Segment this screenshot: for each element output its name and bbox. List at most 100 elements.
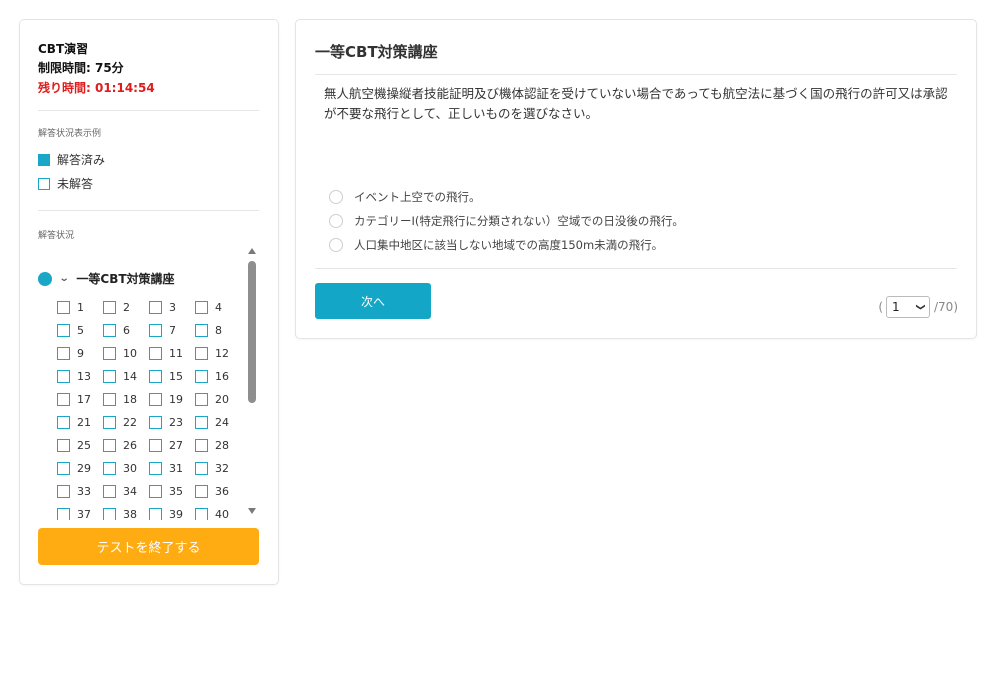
radio-button[interactable] bbox=[329, 190, 343, 204]
question-number: 16 bbox=[215, 369, 229, 383]
radio-button[interactable] bbox=[329, 214, 343, 228]
unanswered-box-icon[interactable] bbox=[57, 300, 70, 314]
unanswered-box-icon[interactable] bbox=[195, 346, 208, 360]
question-checkbox[interactable]: 19 bbox=[149, 392, 195, 406]
unanswered-box-icon[interactable] bbox=[57, 369, 70, 383]
question-checkbox[interactable]: 18 bbox=[103, 392, 149, 406]
page-select[interactable]: 1 ❯ bbox=[886, 296, 930, 318]
unanswered-box-icon[interactable] bbox=[149, 346, 162, 360]
question-checkbox[interactable]: 31 bbox=[149, 461, 195, 475]
question-checkbox[interactable]: 30 bbox=[103, 461, 149, 475]
answer-option-3[interactable]: 人口集中地区に該当しない地域での高度150m未満の飛行。 bbox=[329, 237, 663, 253]
question-checkbox[interactable]: 28 bbox=[195, 438, 241, 452]
question-checkbox[interactable]: 4 bbox=[195, 300, 241, 314]
divider bbox=[315, 74, 957, 75]
unanswered-box-icon[interactable] bbox=[57, 484, 70, 498]
unanswered-box-icon[interactable] bbox=[57, 461, 70, 475]
unanswered-box-icon[interactable] bbox=[57, 346, 70, 360]
question-checkbox[interactable]: 38 bbox=[103, 507, 149, 520]
answer-status-list[interactable]: ⌄ 一等CBT対策講座 1 2 3 4 5 6 7 8 9 10 11 12 13 14 15 16 17 18 1… bbox=[38, 250, 260, 520]
unanswered-box-icon[interactable] bbox=[195, 507, 208, 520]
question-checkbox[interactable]: 39 bbox=[149, 507, 195, 520]
unanswered-box-icon[interactable] bbox=[103, 392, 116, 406]
question-checkbox[interactable]: 24 bbox=[195, 415, 241, 429]
question-checkbox[interactable]: 26 bbox=[103, 438, 149, 452]
unanswered-box-icon[interactable] bbox=[103, 484, 116, 498]
question-checkbox[interactable]: 25 bbox=[57, 438, 103, 452]
unanswered-box-icon[interactable] bbox=[103, 461, 116, 475]
question-checkbox[interactable]: 40 bbox=[195, 507, 241, 520]
radio-button[interactable] bbox=[329, 238, 343, 252]
unanswered-box-icon[interactable] bbox=[195, 461, 208, 475]
question-checkbox[interactable]: 22 bbox=[103, 415, 149, 429]
question-checkbox[interactable]: 7 bbox=[149, 323, 195, 337]
question-checkbox[interactable]: 16 bbox=[195, 369, 241, 383]
scroll-down-arrow-icon[interactable] bbox=[248, 508, 256, 514]
unanswered-box-icon[interactable] bbox=[103, 415, 116, 429]
unanswered-box-icon[interactable] bbox=[103, 507, 116, 520]
unanswered-box-icon[interactable] bbox=[195, 300, 208, 314]
question-checkbox[interactable]: 36 bbox=[195, 484, 241, 498]
question-checkbox[interactable]: 23 bbox=[149, 415, 195, 429]
end-test-button[interactable]: テストを終了する bbox=[38, 528, 259, 565]
question-number: 26 bbox=[123, 438, 137, 452]
scrollbar[interactable] bbox=[248, 248, 256, 514]
unanswered-box-icon[interactable] bbox=[149, 300, 162, 314]
unanswered-box-icon[interactable] bbox=[103, 300, 116, 314]
question-checkbox[interactable]: 29 bbox=[57, 461, 103, 475]
unanswered-box-icon[interactable] bbox=[103, 323, 116, 337]
unanswered-box-icon[interactable] bbox=[149, 484, 162, 498]
question-checkbox[interactable]: 17 bbox=[57, 392, 103, 406]
question-checkbox[interactable]: 35 bbox=[149, 484, 195, 498]
unanswered-box-icon[interactable] bbox=[149, 369, 162, 383]
question-checkbox[interactable]: 11 bbox=[149, 346, 195, 360]
unanswered-box-icon[interactable] bbox=[57, 323, 70, 337]
section-toggle[interactable]: ⌄ 一等CBT対策講座 bbox=[38, 270, 175, 287]
question-checkbox[interactable]: 10 bbox=[103, 346, 149, 360]
question-checkbox[interactable]: 33 bbox=[57, 484, 103, 498]
question-checkbox[interactable]: 37 bbox=[57, 507, 103, 520]
question-checkbox[interactable]: 14 bbox=[103, 369, 149, 383]
unanswered-box-icon[interactable] bbox=[149, 461, 162, 475]
unanswered-box-icon[interactable] bbox=[195, 323, 208, 337]
unanswered-box-icon[interactable] bbox=[57, 392, 70, 406]
unanswered-box-icon[interactable] bbox=[195, 369, 208, 383]
answer-option-1[interactable]: イベント上空での飛行。 bbox=[329, 189, 481, 205]
question-checkbox[interactable]: 21 bbox=[57, 415, 103, 429]
question-checkbox[interactable]: 5 bbox=[57, 323, 103, 337]
unanswered-box-icon[interactable] bbox=[149, 438, 162, 452]
question-checkbox[interactable]: 9 bbox=[57, 346, 103, 360]
answer-option-2[interactable]: カテゴリーⅠ(特定飛行に分類されない）空域での日没後の飛行。 bbox=[329, 213, 684, 229]
question-checkbox[interactable]: 2 bbox=[103, 300, 149, 314]
unanswered-box-icon[interactable] bbox=[149, 323, 162, 337]
question-checkbox[interactable]: 20 bbox=[195, 392, 241, 406]
next-button[interactable]: 次へ bbox=[315, 283, 431, 319]
question-checkbox[interactable]: 32 bbox=[195, 461, 241, 475]
scroll-up-arrow-icon[interactable] bbox=[248, 248, 256, 254]
scrollbar-thumb[interactable] bbox=[248, 261, 256, 403]
question-checkbox[interactable]: 12 bbox=[195, 346, 241, 360]
unanswered-box-icon[interactable] bbox=[195, 484, 208, 498]
question-checkbox[interactable]: 27 bbox=[149, 438, 195, 452]
unanswered-box-icon[interactable] bbox=[57, 415, 70, 429]
unanswered-box-icon[interactable] bbox=[57, 507, 70, 520]
unanswered-box-icon[interactable] bbox=[103, 346, 116, 360]
question-checkbox[interactable]: 34 bbox=[103, 484, 149, 498]
unanswered-box-icon[interactable] bbox=[57, 438, 70, 452]
question-checkbox[interactable]: 8 bbox=[195, 323, 241, 337]
unanswered-box-icon[interactable] bbox=[195, 392, 208, 406]
unanswered-box-icon[interactable] bbox=[103, 369, 116, 383]
question-checkbox[interactable]: 13 bbox=[57, 369, 103, 383]
chevron-down-icon[interactable]: ⌄ bbox=[59, 273, 70, 284]
unanswered-box-icon[interactable] bbox=[195, 438, 208, 452]
unanswered-box-icon[interactable] bbox=[149, 507, 162, 520]
question-checkbox[interactable]: 6 bbox=[103, 323, 149, 337]
unanswered-box-icon[interactable] bbox=[195, 415, 208, 429]
unanswered-box-icon[interactable] bbox=[149, 392, 162, 406]
question-checkbox[interactable]: 3 bbox=[149, 300, 195, 314]
question-checkbox[interactable]: 1 bbox=[57, 300, 103, 314]
unanswered-box-icon[interactable] bbox=[103, 438, 116, 452]
question-number: 18 bbox=[123, 392, 137, 406]
question-checkbox[interactable]: 15 bbox=[149, 369, 195, 383]
unanswered-box-icon[interactable] bbox=[149, 415, 162, 429]
